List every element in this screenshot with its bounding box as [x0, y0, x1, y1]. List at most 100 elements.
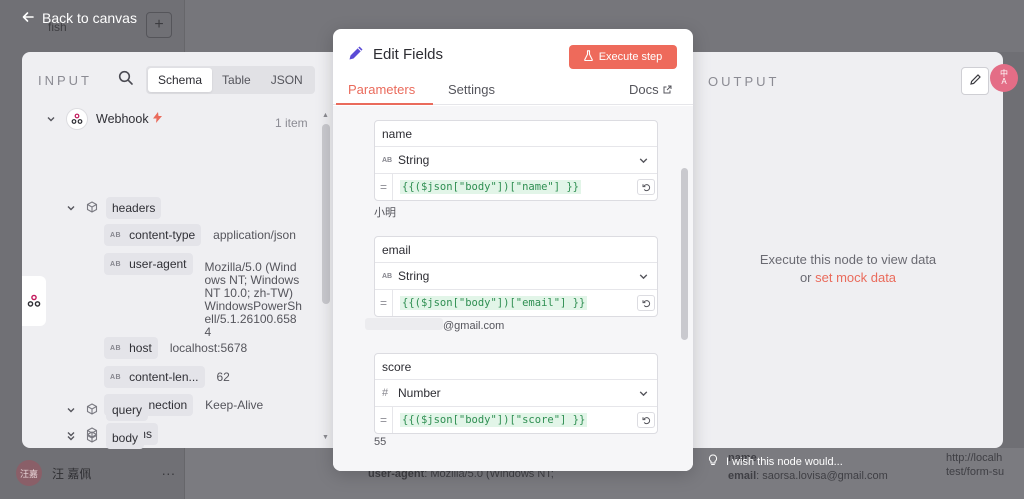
user-menu[interactable]: 汪嘉 汪 嘉佩 ···	[16, 460, 175, 486]
object-icon	[86, 201, 100, 215]
field-value: localhost:5678	[169, 340, 248, 355]
field-assignment-score: score # Number = {{($json["body"])["scor…	[374, 353, 658, 434]
field-value-expression: = {{($json["body"])["email"] }}	[375, 290, 657, 316]
schema-field-row: AB content-len... 62	[104, 366, 230, 388]
active-tab-indicator	[336, 103, 433, 105]
reset-expression-icon[interactable]	[637, 412, 655, 428]
reset-expression-icon[interactable]	[637, 179, 655, 195]
field-pill[interactable]: AB host	[104, 337, 158, 359]
parameters-body: name AB String = {{($json["body"])["name…	[333, 106, 693, 471]
external-link-icon	[663, 82, 672, 97]
string-type-icon: AB	[110, 344, 122, 352]
tree-node-body-row[interactable]: body	[64, 427, 145, 449]
view-table-button[interactable]: Table	[212, 68, 261, 92]
more-icon[interactable]: ···	[161, 465, 175, 481]
search-icon[interactable]	[118, 70, 138, 90]
field-pill-query[interactable]: query	[106, 399, 149, 421]
flask-icon	[583, 50, 593, 64]
tree-node-headers-row[interactable]: headers	[64, 197, 162, 219]
tab-parameters[interactable]: Parameters	[348, 82, 415, 97]
lightbulb-icon	[708, 454, 718, 469]
tree-node-query-row[interactable]: query	[64, 399, 149, 421]
schema-field-row: AB user-agent Mozilla/5.0 (Windows NT; Wi…	[104, 253, 303, 339]
translate-extension-icon[interactable]: 中A	[990, 64, 1018, 92]
expression-input[interactable]: {{($json["body"])["score"] }}	[400, 413, 588, 427]
expression-input[interactable]: {{($json["body"])["email"] }}	[400, 296, 588, 310]
input-title: INPUT	[38, 72, 92, 88]
expression-input[interactable]: {{($json["body"])["name"] }}	[400, 180, 582, 194]
input-scrollbar[interactable]: ▲ ▼	[322, 112, 330, 442]
expression-preview: 55	[374, 436, 387, 448]
docs-link[interactable]: Docs	[629, 82, 672, 97]
field-type-select[interactable]: AB String	[375, 263, 657, 290]
field-value: application/json	[213, 227, 296, 242]
webhook-icon	[66, 108, 88, 130]
view-mode-toggle: Schema Table JSON	[146, 66, 315, 94]
field-type-select[interactable]: # Number	[375, 380, 657, 407]
arrow-left-icon	[22, 10, 34, 26]
output-title: OUTPUT	[708, 74, 780, 89]
pencil-icon	[347, 44, 365, 65]
redacted-text	[365, 318, 443, 330]
modal-tabs: Parameters Settings Docs	[333, 79, 693, 105]
string-type-icon: AB	[110, 373, 122, 381]
field-assignment-email: email AB String = {{($json["body"])["ema…	[374, 236, 658, 317]
chevron-down-icon[interactable]	[44, 112, 58, 126]
canvas-url-2: test/form-su	[946, 466, 1005, 478]
scroll-down-icon[interactable]: ▼	[322, 434, 329, 441]
field-pill-body[interactable]: body	[106, 427, 145, 449]
string-type-icon: AB	[382, 272, 393, 280]
webhook-node-handle[interactable]	[22, 276, 46, 326]
scrollbar-thumb[interactable]	[681, 168, 688, 340]
view-json-button[interactable]: JSON	[261, 68, 313, 92]
edit-output-button[interactable]	[961, 67, 989, 95]
field-name-input[interactable]: name	[375, 121, 657, 147]
back-label: Back to canvas	[42, 10, 137, 26]
back-to-canvas-link[interactable]: Back to canvas	[22, 10, 137, 26]
chevron-down-icon	[638, 271, 649, 285]
user-name: 汪 嘉佩	[52, 466, 92, 481]
equals-icon: =	[375, 174, 393, 200]
canvas-url-1: http://localh	[946, 452, 1003, 464]
view-schema-button[interactable]: Schema	[148, 68, 213, 92]
avatar: 汪嘉	[16, 460, 42, 486]
field-name-input[interactable]: score	[375, 354, 657, 380]
field-pill-headers[interactable]: headers	[106, 197, 162, 219]
chevron-down-icon[interactable]	[64, 201, 78, 215]
trigger-bolt-icon	[152, 112, 162, 126]
field-pill[interactable]: AB content-len...	[104, 366, 205, 388]
set-mock-data-link[interactable]: set mock data	[815, 270, 896, 285]
chevron-down-icon	[638, 388, 649, 402]
field-assignment-name: name AB String = {{($json["body"])["name…	[374, 120, 658, 201]
output-empty-state: Execute this node to view data or set mo…	[742, 251, 954, 287]
field-name-input[interactable]: email	[375, 237, 657, 263]
equals-icon: =	[375, 290, 393, 316]
execute-step-button[interactable]: Execute step	[569, 45, 677, 69]
object-icon	[86, 431, 100, 445]
pencil-icon	[969, 73, 982, 89]
modal-scrollbar[interactable]	[681, 111, 688, 466]
scrollbar-thumb[interactable]	[322, 124, 330, 304]
add-workflow-button[interactable]: +	[146, 12, 172, 38]
field-pill[interactable]: AB content-type	[104, 224, 202, 246]
string-type-icon: AB	[110, 260, 122, 268]
output-empty-line2: or set mock data	[799, 270, 897, 285]
object-icon	[86, 403, 100, 417]
modal-title: Edit Fields	[373, 45, 444, 63]
field-pill[interactable]: AB user-agent	[104, 253, 193, 275]
field-value-expression: = {{($json["body"])["score"] }}	[375, 407, 657, 433]
field-type-select[interactable]: AB String	[375, 147, 657, 174]
expression-preview: @gmail.com	[443, 320, 505, 332]
chevron-down-icon[interactable]	[64, 431, 78, 445]
scroll-up-icon[interactable]: ▲	[322, 112, 329, 119]
input-panel: INPUT Schema Table JSON Webhook 1 item h…	[22, 52, 333, 448]
chevron-down-icon[interactable]	[64, 403, 78, 417]
field-value: 62	[216, 369, 230, 384]
canvas-email-row: email: saorsa.lovisa@gmail.com	[728, 470, 888, 482]
reset-expression-icon[interactable]	[637, 295, 655, 311]
string-type-icon: AB	[382, 156, 393, 164]
tab-settings[interactable]: Settings	[448, 82, 495, 97]
tree-node-webhook[interactable]: Webhook	[44, 108, 162, 130]
field-value-expression: = {{($json["body"])["name"] }}	[375, 174, 657, 200]
feedback-link[interactable]: I wish this node would...	[708, 454, 843, 469]
